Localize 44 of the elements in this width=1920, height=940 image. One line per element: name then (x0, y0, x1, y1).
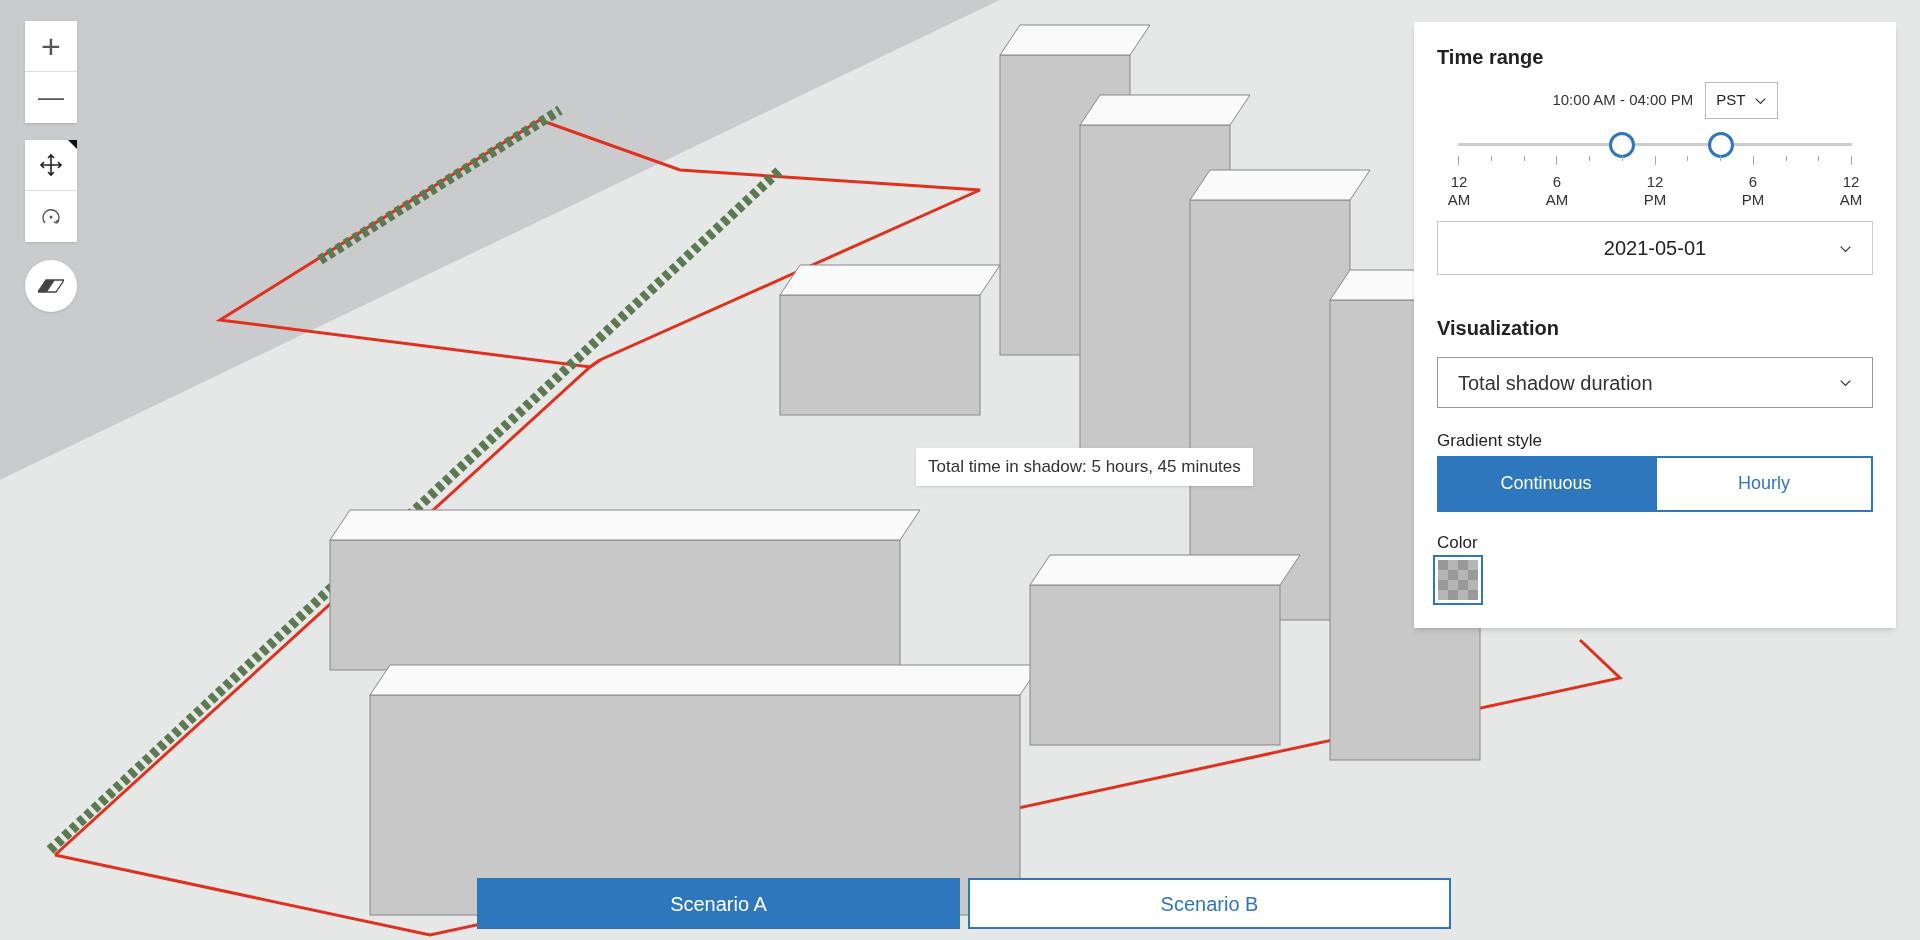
checkerboard-icon (1438, 560, 1478, 600)
chevron-down-icon (1753, 96, 1767, 105)
date-dropdown[interactable]: 2021-05-01 (1437, 221, 1873, 275)
color-label: Color (1437, 531, 1479, 554)
tick-label: 6 AM (1544, 173, 1570, 209)
shadow-tooltip: Total time in shadow: 5 hours, 45 minutes (916, 448, 1253, 486)
move-arrows-icon (39, 153, 63, 177)
tick-mark (1556, 156, 1558, 165)
tick-mark (1785, 156, 1787, 161)
section-title: Visualization (1437, 316, 1560, 341)
tick-mark (1621, 156, 1623, 161)
tick-mark (1589, 156, 1590, 161)
gradient-option-tab[interactable]: Hourly (1655, 455, 1873, 512)
timezone-dropdown[interactable]: PST (1705, 82, 1778, 119)
tick-label: 12 PM (1642, 173, 1668, 209)
chevron-down-icon (1839, 245, 1852, 253)
gradient-option-tab[interactable]: Continuous (1437, 455, 1655, 512)
gradient-style-label: Gradient style (1437, 430, 1543, 452)
tick-label: 12 AM (1446, 173, 1472, 209)
tick-mark (1818, 156, 1820, 161)
time-range-label: 10:00 AM - 04:00 PM (1552, 90, 1694, 111)
tick-label: 12 AM (1838, 173, 1864, 209)
tick-mark (1851, 156, 1852, 165)
slider-thumb[interactable] (1707, 132, 1734, 158)
visualization-dropdown[interactable]: Total shadow duration (1437, 357, 1873, 408)
tick-mark (1752, 156, 1754, 165)
scenario-tab[interactable]: Scenario A (477, 878, 960, 929)
section-title: Time range (1437, 45, 1545, 70)
scenario-tab[interactable]: Scenario B (968, 878, 1451, 929)
corner-triangle-icon (68, 140, 77, 149)
tick-mark (1490, 156, 1492, 161)
tick-mark (1687, 156, 1689, 161)
tick-mark (1654, 156, 1656, 165)
zoom-out-button[interactable]: — (25, 72, 77, 123)
color-swatch[interactable] (1433, 555, 1483, 605)
tick-mark (1458, 156, 1459, 165)
pan-button[interactable] (25, 140, 77, 191)
chevron-down-icon (1839, 378, 1852, 387)
tick-label: 6 PM (1740, 173, 1766, 209)
compass-icon (38, 279, 64, 293)
zoom-in-button[interactable]: + (25, 21, 77, 72)
tick-mark (1523, 156, 1525, 161)
slider-thumb[interactable] (1609, 132, 1636, 158)
tick-mark (1720, 156, 1721, 161)
